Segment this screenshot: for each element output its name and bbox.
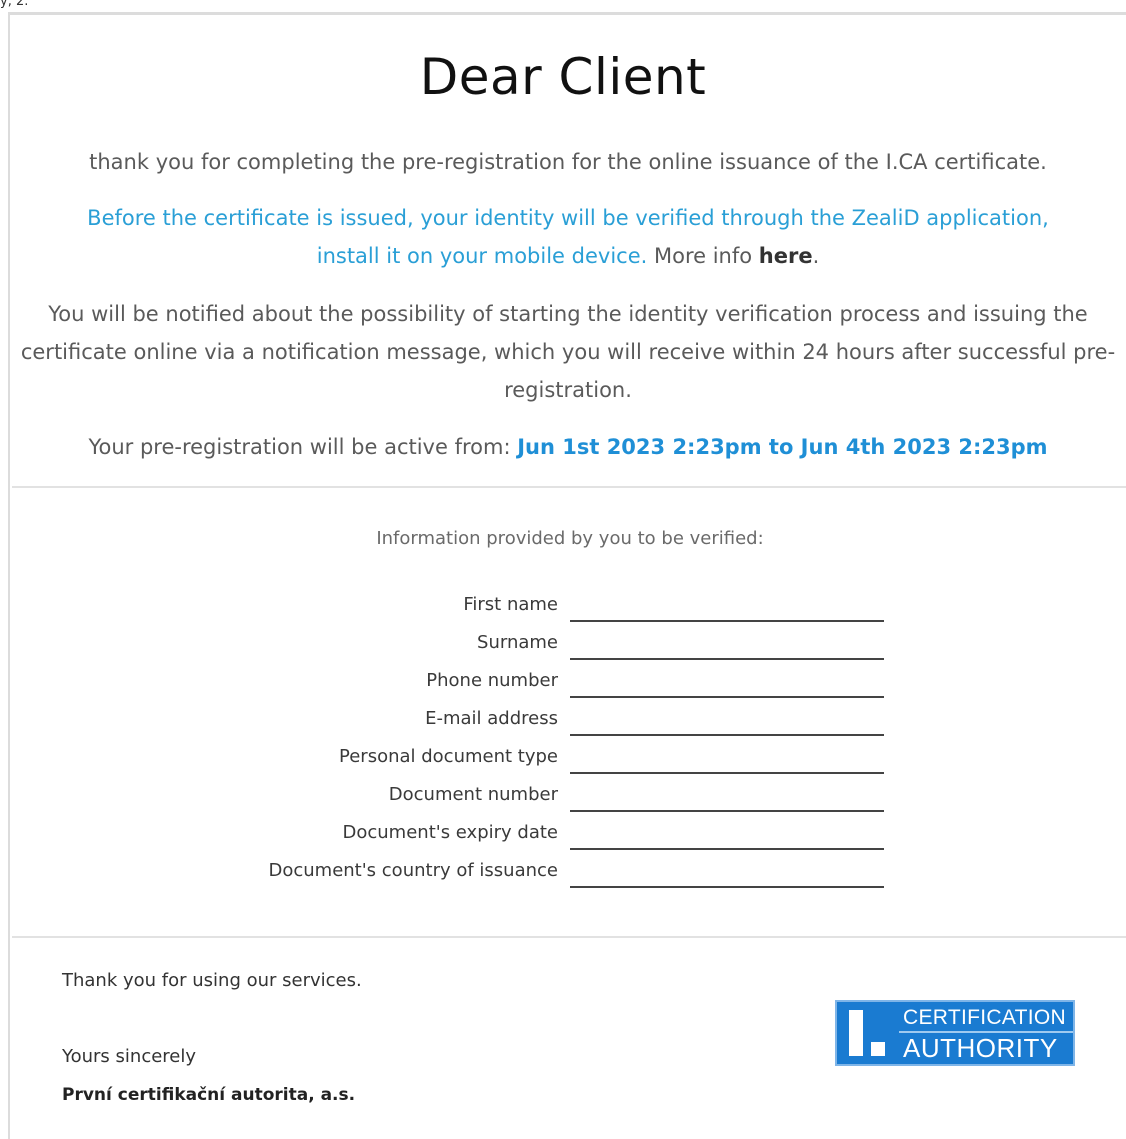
field-value-line — [570, 658, 884, 660]
page-title: Dear Client — [419, 48, 707, 106]
logo-mark-icon — [837, 1002, 895, 1064]
active-range: Jun 1st 2023 2:23pm to Jun 4th 2023 2:23… — [517, 435, 1048, 459]
active-period: Your pre-registration will be active fro… — [16, 428, 1120, 466]
more-info-text: More info — [647, 244, 759, 268]
field-row-country: Document's country of issuance — [0, 856, 1126, 894]
field-label: Document's country of issuance — [268, 860, 558, 881]
field-row-email: E-mail address — [0, 704, 1126, 742]
closing-sincerely: Yours sincerely — [62, 1046, 197, 1067]
closing-company: První certifikační autorita, a.s. — [62, 1085, 356, 1105]
corner-label: y, 2. — [0, 0, 29, 9]
verification-text: Before the certificate is issued, your i… — [16, 199, 1120, 275]
closing-thanks: Thank you for using our services. — [62, 970, 362, 991]
logo-line1: CERTIFICATION — [903, 1006, 1066, 1029]
logo-line2: AUTHORITY — [903, 1033, 1058, 1063]
active-label: Your pre-registration will be active fro… — [88, 435, 518, 459]
field-value-line — [570, 696, 884, 698]
field-label: First name — [463, 594, 558, 615]
field-value-line — [570, 848, 884, 850]
field-label: Surname — [477, 632, 558, 653]
field-value-line — [570, 620, 884, 622]
field-label: E-mail address — [425, 708, 558, 729]
field-label: Document's expiry date — [342, 822, 559, 843]
info-heading: Information provided by you to be verifi… — [376, 528, 764, 549]
divider-top — [12, 486, 1126, 488]
notification-text: You will be notified about the possibili… — [20, 302, 1116, 402]
field-row-document-number: Document number — [0, 780, 1126, 818]
field-row-document-type: Personal document type — [0, 742, 1126, 780]
field-label: Personal document type — [339, 746, 558, 767]
divider-bottom — [12, 936, 1126, 938]
intro-text: thank you for completing the pre-registr… — [89, 150, 1047, 174]
field-value-line — [570, 772, 884, 774]
period: . — [812, 244, 820, 268]
field-row-first-name: First name — [0, 590, 1126, 628]
field-label: Phone number — [426, 670, 558, 691]
email-page: y, 2. Dear Client thank you for completi… — [0, 0, 1126, 1139]
field-row-surname: Surname — [0, 628, 1126, 666]
field-value-line — [570, 810, 884, 812]
verification-line1: Before the certificate is issued, your i… — [87, 206, 1049, 230]
field-row-expiry-date: Document's expiry date — [0, 818, 1126, 856]
field-value-line — [570, 734, 884, 736]
here-link[interactable]: here — [759, 244, 813, 268]
field-value-line — [570, 886, 884, 888]
ica-logo: CERTIFICATION AUTHORITY — [835, 1000, 1075, 1066]
verification-line2: install it on your mobile device. — [316, 244, 648, 268]
field-label: Document number — [388, 784, 558, 805]
field-row-phone: Phone number — [0, 666, 1126, 704]
logo-text: CERTIFICATION AUTHORITY — [899, 1002, 1073, 1064]
